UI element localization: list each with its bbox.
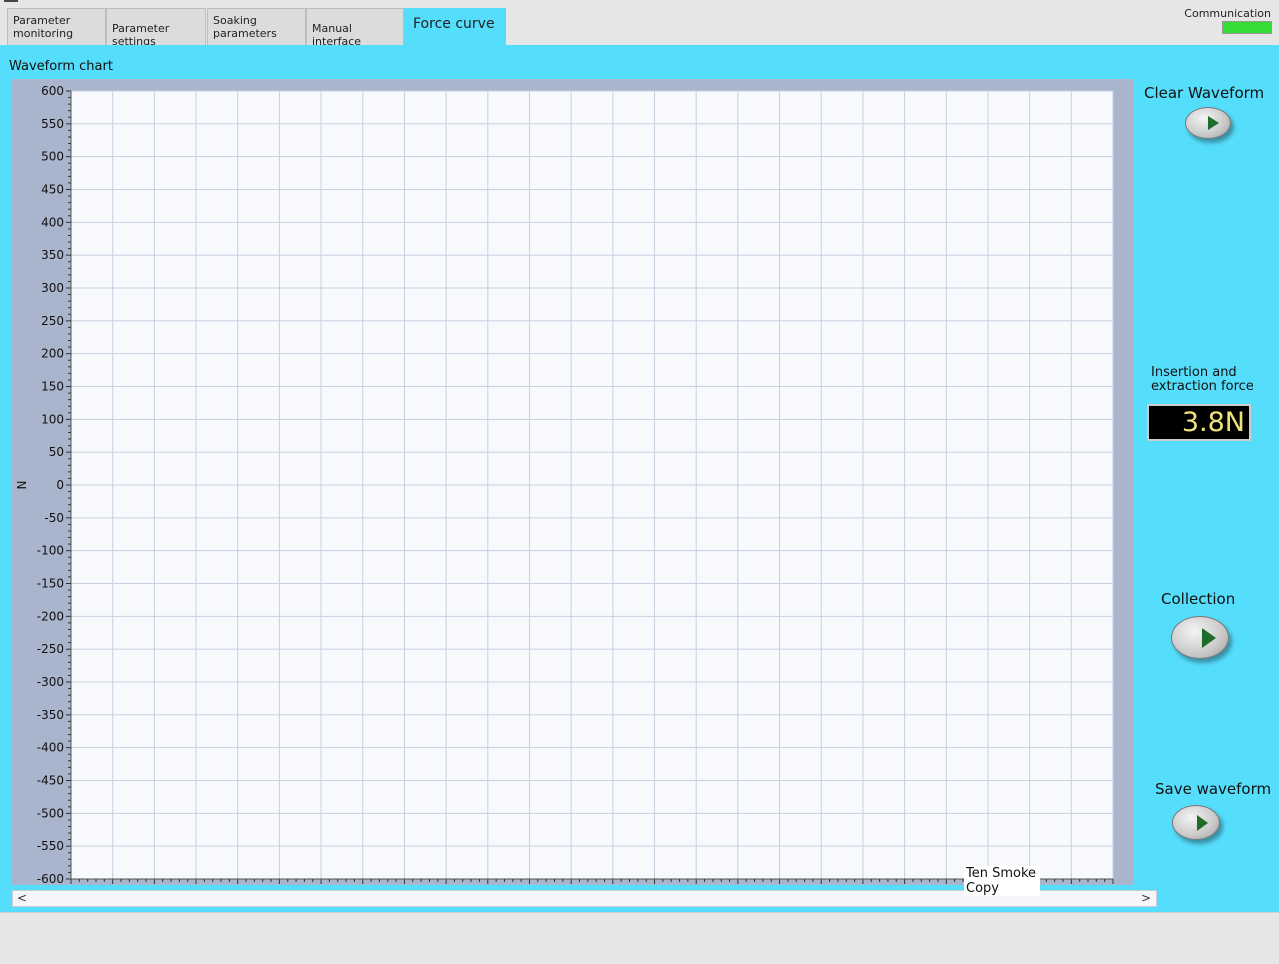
tab-manual-interface[interactable]: Manual interface [306,8,404,48]
y-tick-label: -300 [37,675,64,689]
y-tick-label: 250 [41,314,64,328]
y-tick-label: 350 [41,248,64,262]
button-led-icon [1202,627,1216,648]
chart-title: Waveform chart [9,59,113,74]
y-tick-label: 400 [41,215,64,229]
tab-force-curve[interactable]: Force curve [404,8,506,46]
scroll-left-arrow[interactable]: < [17,891,27,906]
y-tick-label: -350 [37,708,64,722]
tab-parameter-settings[interactable]: Parameter settings [106,8,206,48]
save-waveform-button[interactable] [1172,805,1220,840]
y-tick-label: 200 [41,347,64,361]
y-tick-label: 100 [41,412,64,426]
collection-label: Collection [1161,590,1236,608]
window-mark [4,0,18,2]
force-value-display: 3.8N [1147,404,1251,441]
y-tick-label: -450 [37,774,64,788]
scroll-right-arrow[interactable]: > [1141,891,1151,906]
button-led-icon [1208,116,1219,130]
tab-label: Force curve [413,16,495,32]
y-tick-label: 550 [41,117,64,131]
tab-bar: Parameter monitoring Parameter settings … [0,0,1279,48]
y-tick-label: -500 [37,806,64,820]
y-tick-label: 150 [41,380,64,394]
y-tick-label: -50 [44,511,64,525]
waveform-chart-svg: 0123456789101112131415161718192021222324… [15,84,1114,885]
y-axis-title: N [15,481,29,490]
y-tick-label: 450 [41,183,64,197]
y-tick-label: 600 [41,84,64,98]
clear-waveform-label: Clear Waveform [1144,84,1265,102]
y-tick-label: 0 [56,478,64,492]
force-curve-panel: Waveform chart 0123456789101112131415161… [0,45,1279,912]
communication-indicator [1222,21,1272,34]
tooltip: Ten Smoke Copy [964,866,1040,896]
y-tick-label: 50 [49,445,64,459]
communication-label: Communication [1184,7,1271,20]
save-waveform-label: Save waveform [1155,780,1272,798]
y-tick-label: -250 [37,642,64,656]
tab-parameter-monitoring[interactable]: Parameter monitoring [7,8,106,45]
y-tick-label: -200 [37,609,64,623]
tab-label: Parameter monitoring [13,14,74,40]
status-area [0,912,1279,964]
tab-label: Soaking parameters [213,14,277,40]
y-tick-label: -100 [37,544,64,558]
y-tick-label: 500 [41,150,64,164]
waveform-chart: 0123456789101112131415161718192021222324… [12,79,1133,885]
y-tick-label: -400 [37,741,64,755]
tab-soaking-parameters[interactable]: Soaking parameters [207,8,306,45]
button-led-icon [1197,814,1208,831]
y-tick-label: -600 [37,872,64,885]
force-label: Insertion and extraction force [1151,365,1254,394]
y-tick-label: -550 [37,839,64,853]
y-tick-label: 300 [41,281,64,295]
collection-button[interactable] [1171,616,1229,659]
clear-waveform-button[interactable] [1185,107,1231,139]
y-tick-label: -150 [37,577,64,591]
